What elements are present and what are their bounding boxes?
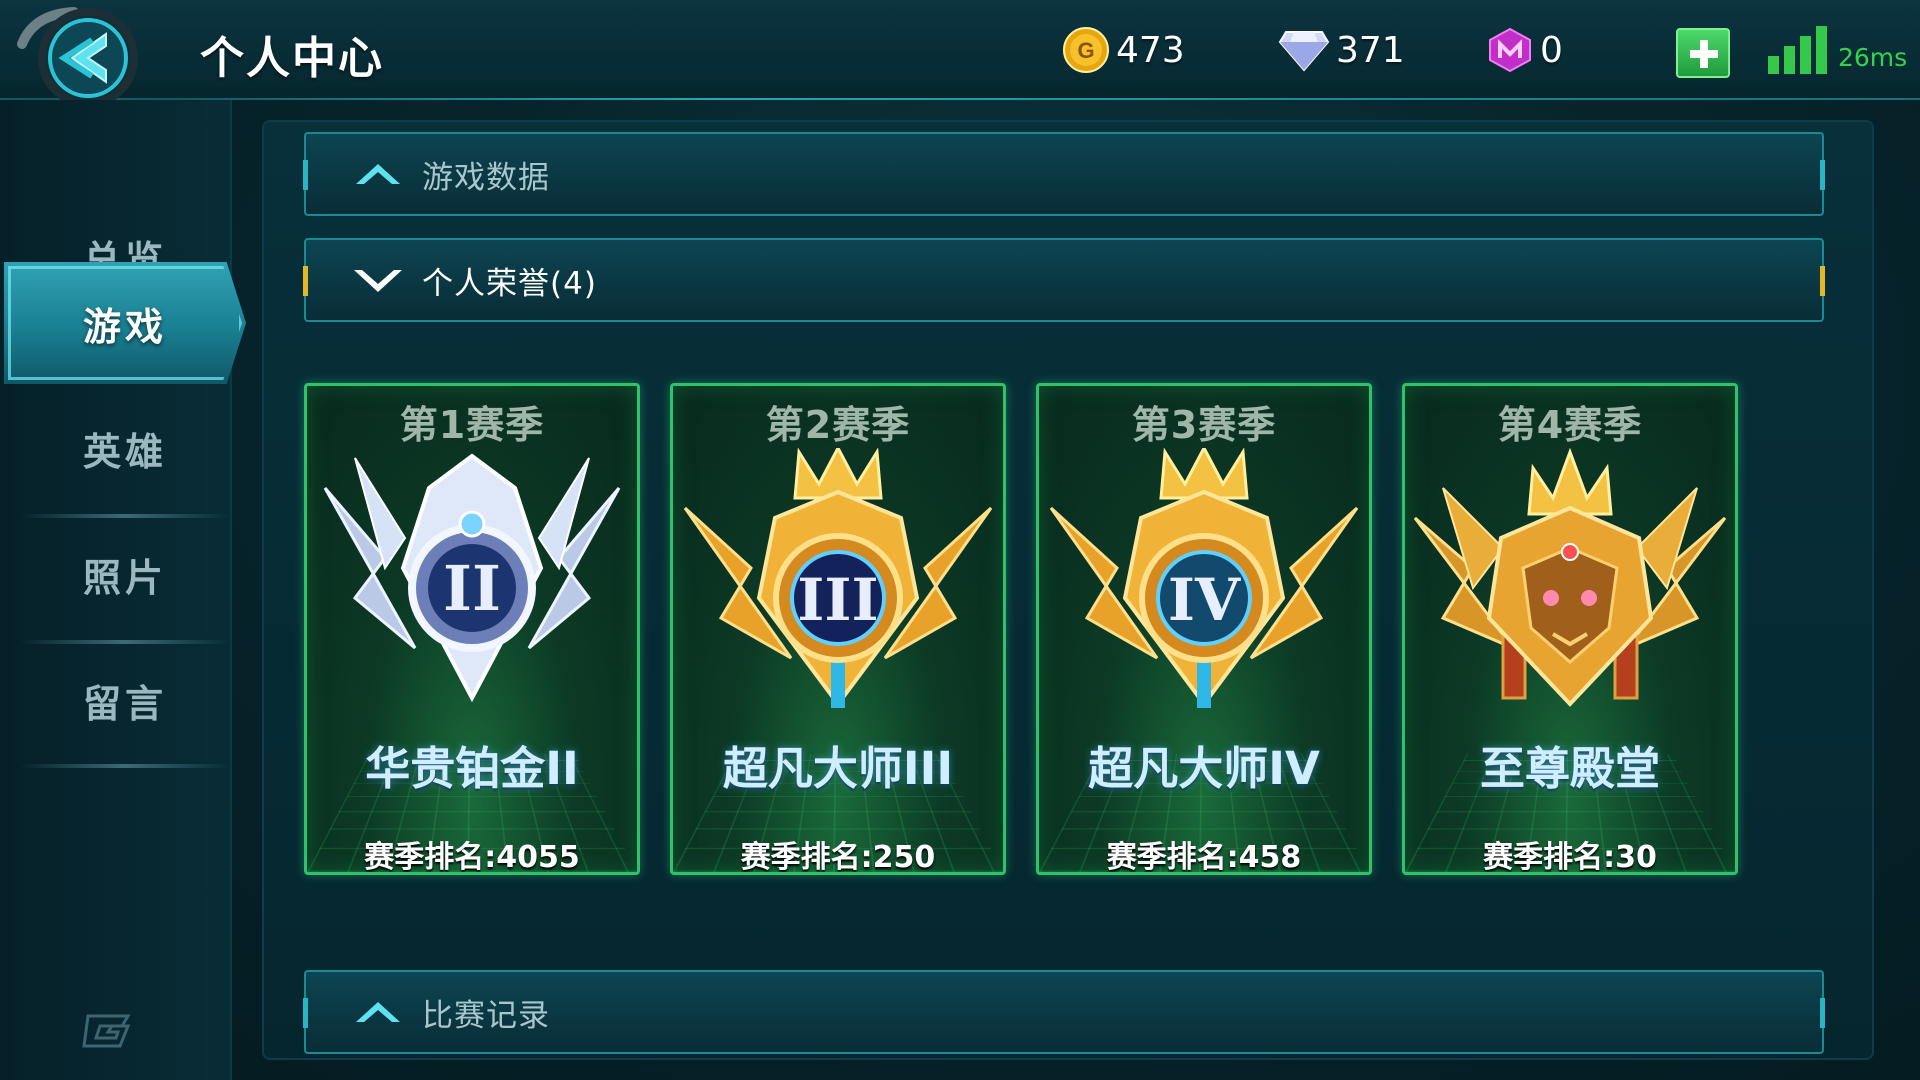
back-arrow-icon bbox=[14, 4, 144, 112]
section-edge-marker bbox=[1820, 266, 1825, 296]
gold-coin-icon: G bbox=[1062, 26, 1110, 74]
network-status: 26ms bbox=[1768, 26, 1907, 74]
rank-title: 华贵铂金II bbox=[307, 732, 637, 797]
supreme-hall-emblem-icon bbox=[1413, 448, 1727, 710]
svg-text:G: G bbox=[1077, 38, 1094, 63]
svg-text:IV: IV bbox=[1168, 566, 1241, 634]
gem-amount: 0 bbox=[1540, 30, 1563, 71]
sidebar: 总览 游戏 英雄 照片 留言 bbox=[0, 100, 232, 1080]
section-edge-marker bbox=[303, 998, 308, 1028]
season-ranking: 赛季排名:4055 bbox=[307, 832, 637, 875]
chevron-up-icon bbox=[352, 158, 404, 190]
svg-text:III: III bbox=[797, 566, 878, 634]
sidebar-divider bbox=[20, 764, 230, 768]
diamond-icon bbox=[1278, 28, 1330, 72]
section-edge-marker bbox=[303, 160, 308, 190]
page-title: 个人中心 bbox=[200, 22, 384, 86]
section-label: 比赛记录 bbox=[422, 990, 550, 1035]
season-honor-card[interactable]: 第2赛季 III 超凡大师III 赛季排名:250 bbox=[670, 383, 1006, 875]
logo-icon bbox=[82, 1008, 134, 1052]
section-edge-marker bbox=[1820, 998, 1825, 1028]
gold-amount: 473 bbox=[1116, 30, 1185, 71]
rank-title: 超凡大师IV bbox=[1039, 732, 1369, 797]
season-honor-card[interactable]: 第3赛季 IV 超凡大师IV 赛季排名:458 bbox=[1036, 383, 1372, 875]
gem-balance: 0 bbox=[1486, 22, 1563, 78]
master-iii-emblem-icon: III bbox=[681, 448, 995, 710]
season-honor-card[interactable]: 第4赛季 至尊殿堂 赛季排名:30 bbox=[1402, 383, 1738, 875]
purple-gem-icon bbox=[1486, 26, 1534, 74]
sidebar-item-label: 留言 bbox=[83, 673, 167, 728]
section-label: 游戏数据 bbox=[422, 152, 550, 197]
section-edge-marker bbox=[1820, 160, 1825, 190]
add-currency-button[interactable] bbox=[1676, 28, 1730, 78]
signal-bar-icon bbox=[1816, 26, 1827, 74]
diamond-balance: 371 bbox=[1278, 22, 1405, 78]
sidebar-item-messages[interactable]: 留言 bbox=[20, 640, 230, 760]
diamond-amount: 371 bbox=[1336, 30, 1405, 71]
ping-value: 26ms bbox=[1838, 43, 1907, 72]
sidebar-item-photos[interactable]: 照片 bbox=[20, 514, 230, 634]
season-honor-card[interactable]: 第1赛季 II 华贵铂金II 赛季排名:4055 bbox=[304, 383, 640, 875]
season-label: 第4赛季 bbox=[1405, 394, 1735, 449]
platinum-ii-emblem-icon: II bbox=[315, 448, 629, 710]
chevron-down-icon bbox=[352, 264, 404, 296]
rank-title: 至尊殿堂 bbox=[1405, 732, 1735, 797]
back-button[interactable] bbox=[14, 4, 144, 112]
master-iv-emblem-icon: IV bbox=[1047, 448, 1361, 710]
signal-bar-icon bbox=[1784, 46, 1795, 74]
season-label: 第2赛季 bbox=[673, 394, 1003, 449]
section-label: 个人荣誉(4) bbox=[422, 258, 597, 303]
section-edge-marker bbox=[303, 266, 308, 296]
signal-bar-icon bbox=[1768, 56, 1779, 74]
sidebar-item-game[interactable]: 游戏 bbox=[4, 262, 246, 384]
top-bar: 个人中心 G 473 371 0 26ms bbox=[0, 0, 1920, 100]
section-personal-honors[interactable]: 个人荣誉(4) bbox=[304, 238, 1824, 322]
section-game-data[interactable]: 游戏数据 bbox=[304, 132, 1824, 216]
sidebar-item-heroes[interactable]: 英雄 bbox=[20, 388, 230, 508]
gold-balance: G 473 bbox=[1062, 22, 1185, 78]
sidebar-item-label: 英雄 bbox=[83, 421, 167, 476]
season-label: 第1赛季 bbox=[307, 394, 637, 449]
season-label: 第3赛季 bbox=[1039, 394, 1369, 449]
svg-text:II: II bbox=[443, 552, 501, 625]
section-match-records[interactable]: 比赛记录 bbox=[304, 970, 1824, 1054]
signal-bar-icon bbox=[1800, 36, 1811, 74]
sidebar-item-label: 游戏 bbox=[83, 296, 167, 351]
season-ranking: 赛季排名:250 bbox=[673, 832, 1003, 875]
season-ranking: 赛季排名:458 bbox=[1039, 832, 1369, 875]
rank-title: 超凡大师III bbox=[673, 732, 1003, 797]
chevron-up-icon bbox=[352, 996, 404, 1028]
season-ranking: 赛季排名:30 bbox=[1405, 832, 1735, 875]
sidebar-item-label: 照片 bbox=[83, 547, 167, 602]
